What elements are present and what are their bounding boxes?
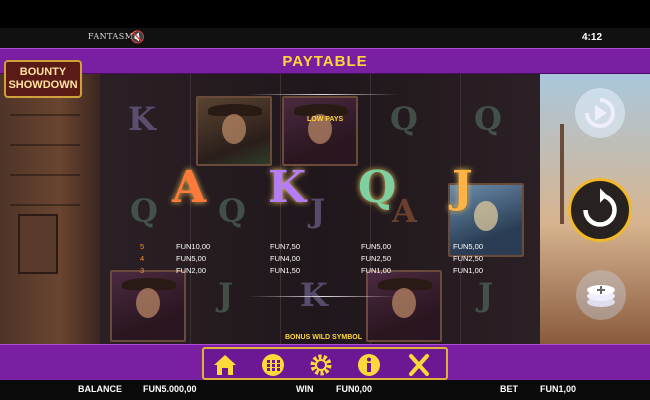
bg-symbol-q: Q: [130, 192, 158, 230]
pay-value: FUN2,00: [176, 266, 207, 275]
settings-icon[interactable]: [308, 353, 334, 377]
windmill: [560, 124, 564, 224]
status-bar: BALANCE FUN5.000,00 WIN FUN0,00 BET FUN1…: [0, 380, 650, 400]
bet-value: FUN1,00: [540, 384, 577, 394]
barn-door: [18, 214, 58, 274]
barn-background: [0, 74, 100, 344]
cowboy-portrait: [196, 96, 272, 166]
info-icon[interactable]: [356, 353, 382, 377]
pay-value: FUN5,00: [453, 242, 484, 251]
bg-symbol-j: J: [218, 276, 234, 314]
bg-symbol-q: Q: [218, 192, 246, 230]
paytable-group-k: FUN7,50 FUN4,00 FUN1,50: [270, 241, 300, 277]
pay-value: FUN2,50: [453, 254, 484, 263]
logo-line-2: SHOWDOWN: [8, 79, 78, 91]
bg-symbol-k: K: [300, 276, 328, 314]
game-logo: BOUNTY SHOWDOWN: [4, 60, 82, 98]
close-icon[interactable]: [406, 353, 432, 377]
paytable-group-q: FUN5,00 FUN2,50 FUN1,00: [361, 241, 391, 277]
bonus-wild-label: BONUS WILD SYMBOL: [285, 334, 362, 341]
paytable-header: PAYTABLE: [0, 48, 650, 74]
stake-icon[interactable]: [576, 270, 626, 320]
page-title: PAYTABLE: [282, 53, 368, 70]
speaker-muted-icon[interactable]: 🔇: [130, 30, 145, 44]
balance-label: BALANCE: [78, 384, 122, 394]
pay-value: FUN10,00: [176, 242, 211, 251]
low-pays-label: LOW PAYS: [307, 116, 344, 123]
home-icon[interactable]: [212, 353, 238, 377]
pay-value: FUN7,50: [270, 242, 301, 251]
divider: [248, 94, 398, 95]
autoplay-icon[interactable]: [575, 88, 625, 138]
pay-value: FUN2,50: [361, 254, 392, 263]
pay-value: FUN4,00: [270, 254, 301, 263]
top-bar: FANTASMA 🔇 4:12: [0, 28, 650, 48]
symbol-j: J: [452, 162, 473, 213]
divider: [248, 296, 398, 297]
win-label: WIN: [296, 384, 314, 394]
pay-value: FUN1,00: [361, 266, 392, 275]
bg-symbol-j: J: [310, 192, 326, 230]
outlaw-portrait: [282, 96, 358, 166]
bg-symbol-q: Q: [390, 100, 418, 138]
paytable-group-a: 5 FUN10,00 4 FUN5,00 3 FUN2,00: [140, 242, 211, 275]
symbol-q: Q: [358, 162, 397, 213]
win-value: FUN0,00: [336, 384, 373, 394]
clock: 4:12: [581, 32, 602, 43]
symbol-a: A: [172, 162, 207, 213]
pay-value: FUN1,00: [453, 266, 484, 275]
balance-value: FUN5.000,00: [143, 384, 197, 394]
bg-symbol-q: Q: [474, 100, 502, 138]
pay-value: FUN5,00: [361, 242, 392, 251]
paytable-group-j: FUN5,00 FUN2,50 FUN1,00: [453, 241, 483, 277]
pay-value: FUN1,50: [270, 266, 301, 275]
symbol-k: K: [268, 162, 307, 213]
paytable-icon[interactable]: [260, 353, 286, 377]
bg-symbol-k: K: [128, 100, 156, 138]
pay-value: FUN5,00: [176, 254, 207, 263]
spin-icon[interactable]: [568, 178, 632, 242]
logo-line-1: BOUNTY: [19, 66, 67, 78]
bg-symbol-j: J: [478, 276, 494, 314]
outlaw-portrait: [110, 270, 186, 342]
bet-label: BET: [500, 384, 518, 394]
menu-bar: [0, 344, 650, 380]
outlaw-portrait: [366, 270, 442, 342]
menu-box: [202, 347, 448, 380]
